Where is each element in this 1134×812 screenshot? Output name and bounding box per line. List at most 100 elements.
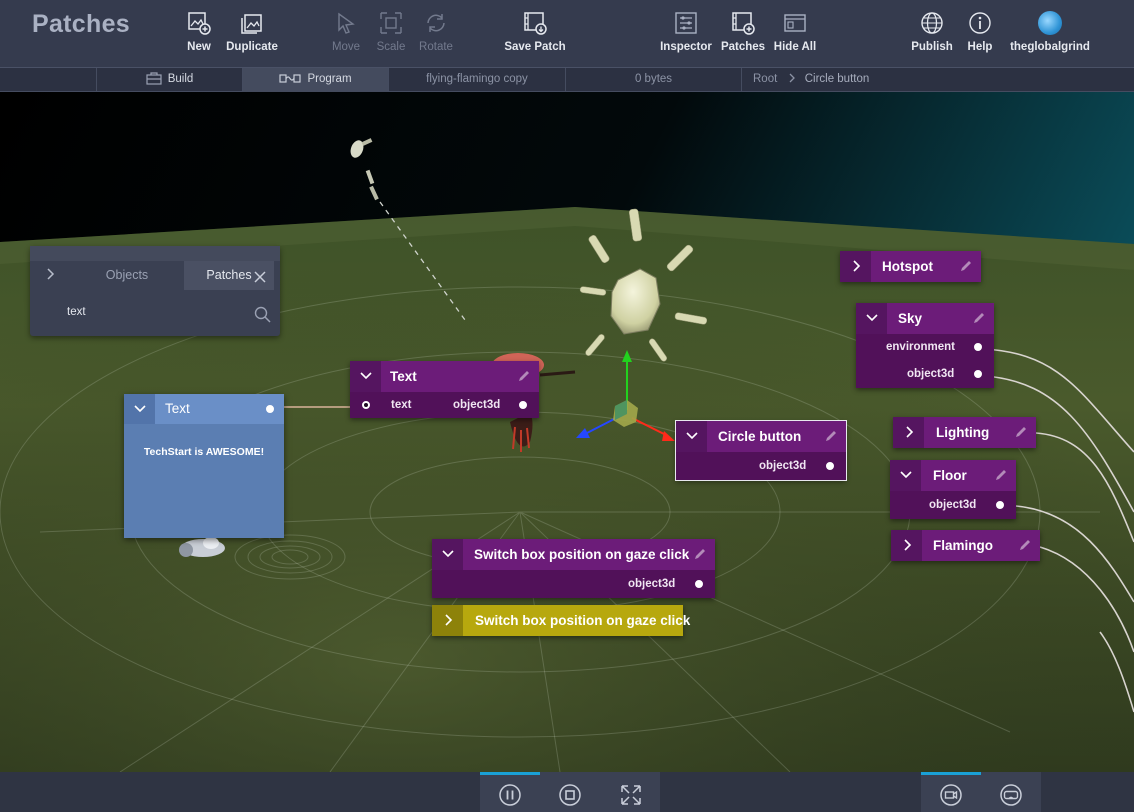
pencil-edit-icon[interactable]	[972, 311, 986, 325]
rotate-button[interactable]: Rotate	[401, 10, 471, 53]
text-object-node-header[interactable]: Text	[124, 394, 284, 424]
view-active-indicator	[921, 772, 981, 775]
scene-viewport[interactable]: Objects Patches text Text TechStart is A…	[0, 92, 1134, 772]
pencil-edit-icon[interactable]	[1018, 538, 1032, 552]
floor-patch-node[interactable]: Floor object3d	[890, 460, 1016, 519]
stop-button[interactable]	[558, 783, 582, 807]
chevron-right-icon	[47, 268, 55, 280]
flamingo-header[interactable]: Flamingo	[891, 530, 1040, 561]
pencil-edit-icon[interactable]	[994, 468, 1008, 482]
circle-button-collapse-button[interactable]	[676, 421, 707, 452]
tab-objects[interactable]: Objects	[70, 261, 184, 290]
switch-box-collapsed-header[interactable]: Switch box position on gaze click	[432, 605, 690, 636]
tab-build-label: Build	[167, 73, 194, 85]
floor-body: object3d	[890, 491, 1016, 519]
text-object-collapse-button[interactable]	[124, 394, 155, 424]
hide-all-button[interactable]: Hide All	[760, 10, 830, 53]
floor-collapse-button[interactable]	[890, 460, 921, 491]
pencil-edit-icon[interactable]	[693, 547, 707, 561]
rotate-button-label: Rotate	[419, 41, 453, 53]
close-icon	[254, 271, 266, 283]
text-patch-node[interactable]: Text text object3d	[350, 361, 539, 418]
circle-button-header[interactable]: Circle button	[676, 421, 846, 452]
chevron-right-icon	[904, 539, 912, 551]
search-icon[interactable]	[254, 306, 271, 323]
text-object-output-port[interactable]	[266, 405, 274, 413]
flamingo-expand-button[interactable]	[891, 530, 922, 561]
text-output-port[interactable]	[519, 401, 527, 409]
pencil-edit-icon[interactable]	[824, 429, 838, 443]
tab-program[interactable]: Program	[242, 68, 388, 92]
username: theglobalgrind	[1010, 41, 1090, 53]
chevron-down-icon	[360, 372, 372, 380]
switch-box-body: object3d	[432, 570, 715, 598]
sky-object3d-port[interactable]	[974, 370, 982, 378]
flamingo-patch-node[interactable]: Flamingo	[891, 530, 1040, 561]
lighting-patch-node[interactable]: Lighting	[893, 417, 1036, 448]
chevron-down-icon	[134, 405, 146, 413]
duplicate-button-label: Duplicate	[226, 41, 278, 53]
user-account-button[interactable]: theglobalgrind	[1004, 10, 1096, 53]
patch-search-value[interactable]: text	[67, 306, 86, 318]
panel-expand-button[interactable]	[30, 261, 70, 290]
project-size: 0 bytes	[565, 68, 741, 92]
duplicate-icon	[241, 14, 262, 34]
switch-box-patch-node[interactable]: Switch box position on gaze click object…	[432, 539, 715, 598]
sky-object3d-label: object3d	[907, 368, 955, 380]
sky-collapse-button[interactable]	[856, 303, 887, 334]
save-patch-button[interactable]: Save Patch	[500, 10, 570, 53]
sky-environment-label: environment	[886, 341, 956, 353]
hotspot-header[interactable]: Hotspot	[840, 251, 981, 282]
text-object-node[interactable]: Text TechStart is AWESOME!	[124, 394, 284, 538]
globe-icon	[921, 12, 943, 34]
text-patch-title: Text	[390, 369, 417, 384]
pause-icon	[499, 784, 521, 806]
breadcrumb: Root Circle button	[741, 68, 1134, 92]
switch-box-collapse-button[interactable]	[432, 539, 463, 570]
tab-build[interactable]: Build	[96, 68, 242, 92]
project-name[interactable]: flying-flamingo copy	[388, 68, 565, 92]
floor-header[interactable]: Floor	[890, 460, 1016, 491]
top-toolbar: Patches New Duplicate Move Scale Rotate …	[0, 0, 1134, 68]
lighting-header[interactable]: Lighting	[893, 417, 1036, 448]
circle-button-patch-node[interactable]: Circle button object3d	[675, 420, 847, 481]
circle-button-output-port[interactable]	[826, 462, 834, 470]
fullscreen-button[interactable]	[619, 783, 643, 807]
hotspot-expand-button[interactable]	[840, 251, 871, 282]
panel-close-button[interactable]	[254, 270, 266, 288]
text-patch-collapse-button[interactable]	[350, 361, 381, 392]
sky-body: environment object3d	[856, 334, 994, 388]
hotspot-patch-node[interactable]: Hotspot	[840, 251, 981, 282]
patches-add-icon	[732, 12, 755, 35]
sky-header[interactable]: Sky	[856, 303, 994, 334]
lighting-expand-button[interactable]	[893, 417, 924, 448]
patches-app: Patches New Duplicate Move Scale Rotate …	[0, 0, 1134, 812]
chevron-right-icon	[853, 260, 861, 272]
breadcrumb-root[interactable]: Root	[753, 73, 777, 85]
pause-button[interactable]	[498, 783, 522, 807]
switch-box-output-port[interactable]	[695, 580, 703, 588]
sky-environment-port[interactable]	[974, 343, 982, 351]
floor-output-port[interactable]	[996, 501, 1004, 509]
text-input-port[interactable]	[362, 401, 370, 409]
expand-arrows-icon	[621, 785, 641, 805]
switch-box-header[interactable]: Switch box position on gaze click	[432, 539, 715, 570]
duplicate-button[interactable]: Duplicate	[217, 10, 287, 53]
pencil-edit-icon[interactable]	[959, 259, 973, 273]
app-title: Patches	[32, 10, 130, 38]
chevron-down-icon	[442, 550, 454, 558]
object-search-panel: Objects Patches text	[30, 246, 280, 336]
text-patch-header[interactable]: Text	[350, 361, 539, 392]
breadcrumb-current: Circle button	[804, 73, 870, 85]
camera-view-button[interactable]	[939, 783, 963, 807]
patch-search-field[interactable]: text	[30, 290, 280, 336]
text-input-label: text	[391, 399, 412, 411]
vr-view-button[interactable]	[999, 783, 1023, 807]
lighting-title: Lighting	[936, 425, 990, 440]
switch-box-expand-button[interactable]	[432, 605, 463, 636]
chevron-down-icon	[686, 432, 698, 440]
switch-box-collapsed-node[interactable]: Switch box position on gaze click	[432, 605, 690, 636]
pencil-edit-icon[interactable]	[1014, 425, 1028, 439]
pencil-edit-icon[interactable]	[517, 369, 531, 383]
sky-patch-node[interactable]: Sky environment object3d	[856, 303, 994, 388]
